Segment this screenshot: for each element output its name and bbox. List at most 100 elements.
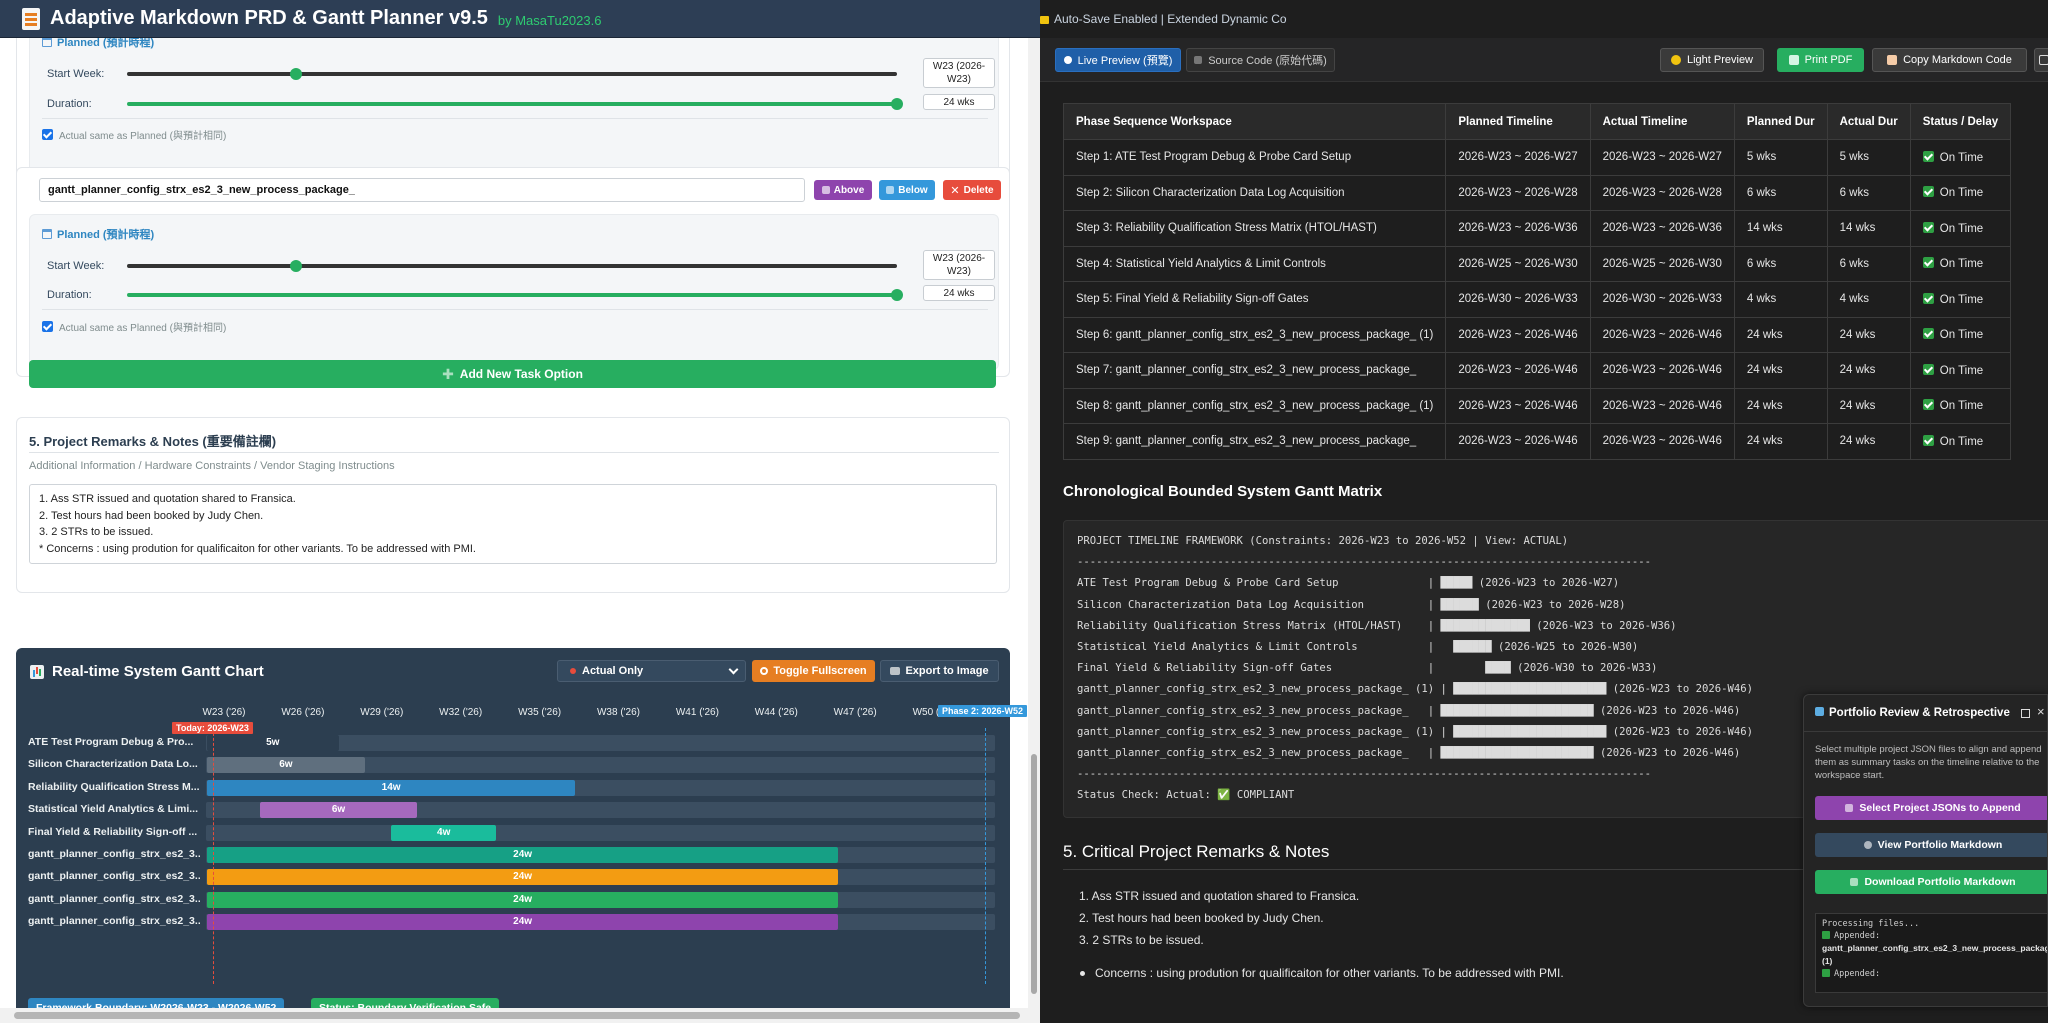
gantt-bar[interactable]: 6w — [259, 802, 418, 819]
table-cell: Step 4: Statistical Yield Analytics & Li… — [1062, 245, 1447, 282]
week-label: W23 ('26) — [202, 707, 246, 718]
portfolio-log: Processing files... Appended: gantt_plan… — [1815, 913, 2047, 993]
view-portfolio-markdown-button[interactable]: View Portfolio Markdown — [1815, 833, 2047, 857]
move-above-button[interactable]: Above — [814, 180, 872, 200]
close-icon[interactable]: × — [2037, 704, 2045, 719]
code-icon — [1194, 56, 1203, 64]
editor-horizontal-scrollbar[interactable] — [0, 1008, 1040, 1023]
chevron-down-icon — [728, 664, 739, 675]
select-project-jsons-button[interactable]: Select Project JSONs to Append — [1815, 796, 2047, 820]
gantt-bar[interactable]: 24w — [207, 869, 839, 886]
eye-icon — [1863, 841, 1872, 849]
table-header[interactable]: Planned Dur — [1733, 103, 1828, 140]
table-row: Step 4: Statistical Yield Analytics & Li… — [1062, 245, 2012, 282]
table-cell: 2026-W23 ~ 2026-W46 — [1445, 352, 1591, 389]
table-cell: 14 wks — [1826, 210, 1911, 247]
matrix-line: Statistical Yield Analytics & Limit Cont… — [1077, 640, 1639, 653]
start-week-slider[interactable] — [127, 260, 897, 272]
divider — [29, 452, 999, 453]
light-preview-button[interactable]: Light Preview — [1660, 48, 1764, 72]
scrollbar-thumb[interactable] — [1031, 754, 1037, 994]
matrix-heading: Chronological Bounded System Gantt Matri… — [1063, 483, 1383, 500]
scrollbar-thumb[interactable] — [14, 1012, 1020, 1019]
checkbox-checked[interactable] — [42, 321, 53, 332]
x-icon: ✕ — [950, 184, 960, 197]
slider-handle[interactable] — [891, 98, 903, 110]
autosave-status-text: Auto-Save Enabled | Extended Dynamic Co — [1054, 12, 1287, 26]
table-cell: Step 2: Silicon Characterization Data Lo… — [1062, 174, 1447, 211]
add-task-button[interactable]: ✚ Add New Task Option — [29, 360, 996, 388]
gantt-bar[interactable]: 6w — [207, 757, 365, 774]
table-header[interactable]: Status / Delay — [1909, 103, 2012, 140]
checkbox-label: Actual same as Planned (與預計相同) — [59, 131, 227, 142]
table-header[interactable]: Actual Dur — [1826, 103, 1911, 140]
view-select[interactable]: Actual Only — [557, 660, 746, 682]
duration-slider[interactable] — [127, 98, 903, 110]
gantt-bar[interactable]: 5w — [207, 735, 339, 751]
slider-handle[interactable] — [891, 289, 903, 301]
table-header[interactable]: Phase Sequence Workspace — [1062, 103, 1447, 140]
remarks-item: 3. 2 STRs to be issued. — [1079, 933, 1204, 947]
portfolio-panel: Portfolio Review & Retrospective × Selec… — [1803, 694, 2048, 1007]
table-cell: 6 wks — [1733, 245, 1828, 282]
check-icon — [1922, 399, 1934, 411]
table-cell: 2026-W23 ~ 2026-W46 — [1589, 387, 1735, 424]
gantt-bar[interactable]: 14w — [207, 779, 576, 796]
camera-icon — [890, 667, 901, 675]
slider-handle[interactable] — [290, 260, 303, 272]
preview-toolbar: Live Preview (預覽) Source Code (原始代碼) Lig… — [1040, 38, 2048, 82]
remarks-item: 2. Test hours had been booked by Judy Ch… — [1079, 911, 1324, 925]
phase-line — [985, 728, 986, 984]
remarks-line: 2. Test hours had been booked by Judy Ch… — [39, 509, 264, 522]
editor-pane: Planned (預計時程) Start Week: W23 (2026-W23… — [0, 38, 1040, 1008]
week-label: W38 ('26) — [596, 707, 641, 718]
minimize-icon[interactable] — [2021, 709, 2030, 718]
table-cell: Step 8: gantt_planner_config_strx_es2_3_… — [1062, 387, 1447, 424]
slider-handle[interactable] — [290, 68, 303, 80]
editor-scrollbar[interactable] — [1028, 38, 1040, 1008]
gantt-row-label: Silicon Characterization Data Lo... — [28, 758, 198, 771]
download-portfolio-markdown-button[interactable]: Download Portfolio Markdown — [1815, 870, 2047, 894]
task-name-input[interactable]: gantt_planner_config_strx_es2_3_new_proc… — [39, 178, 805, 202]
bar-chart-icon — [30, 664, 44, 679]
move-below-button[interactable]: Below — [879, 180, 935, 200]
table-header[interactable]: Planned Timeline — [1445, 103, 1591, 140]
status-text: On Time — [1939, 222, 1984, 235]
table-cell: 2026-W23 ~ 2026-W27 — [1589, 139, 1735, 176]
table-cell: 24 wks — [1733, 352, 1828, 389]
search-icon — [760, 667, 769, 675]
print-pdf-button[interactable]: Print PDF — [1777, 48, 1864, 72]
tab-source-code[interactable]: Source Code (原始代碼) — [1186, 48, 1335, 72]
remarks-textarea[interactable]: 1. Ass STR issued and quotation shared t… — [29, 484, 997, 564]
tab-live-preview[interactable]: Live Preview (預覽) — [1055, 48, 1181, 72]
start-week-label: Start Week: — [47, 260, 105, 272]
checkbox-checked[interactable] — [42, 129, 53, 140]
gantt-bar[interactable]: 24w — [207, 891, 839, 908]
gantt-title: Real-time System Gantt Chart — [30, 663, 264, 680]
actual-same-checkbox[interactable]: Actual same as Planned (與預計相同) — [42, 127, 226, 142]
gantt-bar[interactable]: 24w — [207, 847, 839, 863]
actual-same-checkbox[interactable]: Actual same as Planned (與預計相同) — [42, 319, 226, 334]
table-cell: On Time — [1909, 352, 2012, 389]
toggle-fullscreen-button[interactable]: Toggle Fullscreen — [752, 660, 875, 682]
start-week-label: Start Week: — [47, 68, 105, 80]
gantt-row-label: Reliability Qualification Stress M... — [28, 780, 200, 793]
table-cell: 2026-W25 ~ 2026-W30 — [1445, 245, 1591, 282]
table-header[interactable]: Actual Timeline — [1589, 103, 1735, 140]
gantt-row-label: gantt_planner_config_strx_es2_3... — [28, 892, 200, 905]
export-image-button[interactable]: Export to Image — [880, 660, 999, 682]
copy-markdown-button[interactable]: Copy Markdown Code — [1872, 48, 2027, 72]
check-icon — [1922, 150, 1934, 162]
remarks-bullet: Concerns : using prodution for qualifica… — [1095, 966, 1564, 980]
app-title: Adaptive Markdown PRD & Gantt Planner v9… — [50, 7, 488, 29]
duration-slider[interactable] — [127, 289, 903, 301]
more-button[interactable] — [2034, 48, 2048, 72]
delete-task-button[interactable]: ✕ Delete — [943, 180, 1001, 200]
start-week-slider[interactable] — [127, 68, 897, 80]
gantt-bar[interactable]: 4w — [391, 824, 497, 841]
remarks-heading: 5. Project Remarks & Notes (重要備註欄) — [29, 434, 277, 449]
table-cell: 2026-W23 ~ 2026-W27 — [1445, 139, 1591, 176]
gantt-bar[interactable]: 24w — [207, 914, 839, 931]
pin-icon — [570, 668, 576, 674]
table-row: Step 3: Reliability Qualification Stress… — [1062, 210, 2012, 247]
